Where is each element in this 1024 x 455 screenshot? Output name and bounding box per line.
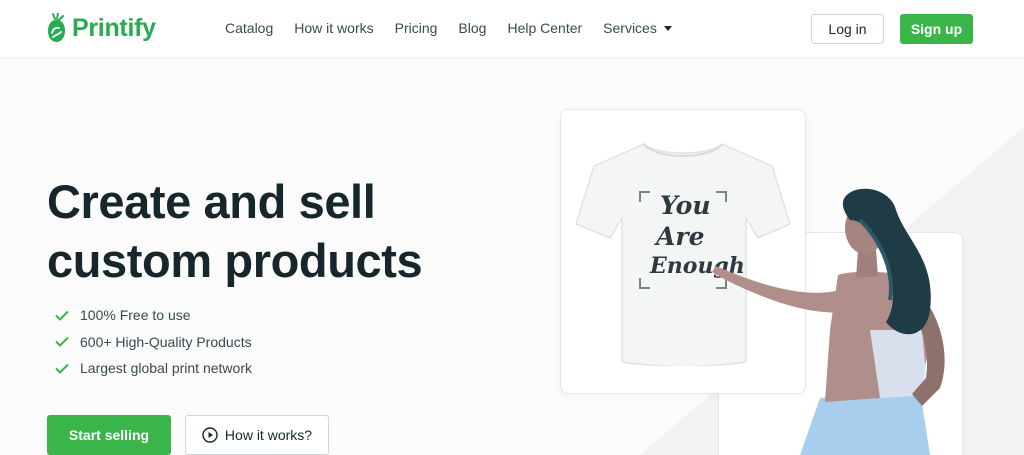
check-icon — [55, 337, 69, 348]
signup-button[interactable]: Sign up — [900, 14, 973, 44]
nav-item-pricing[interactable]: Pricing — [395, 20, 438, 36]
check-icon — [55, 363, 69, 374]
woman-illustration — [712, 188, 945, 455]
login-button[interactable]: Log in — [811, 14, 884, 44]
hero-headline: Create and sell custom products — [47, 172, 423, 290]
feature-label: 100% Free to use — [80, 307, 191, 324]
nav-item-blog[interactable]: Blog — [458, 20, 486, 36]
check-icon — [55, 310, 69, 321]
feature-item: Largest global print network — [55, 355, 252, 382]
main-nav: Catalog How it works Pricing Blog Help C… — [225, 20, 693, 36]
nav-item-how-it-works[interactable]: How it works — [294, 20, 373, 36]
headline-line-2: custom products — [47, 234, 423, 287]
nav-item-services[interactable]: Services — [603, 20, 672, 36]
how-it-works-button[interactable]: How it works? — [185, 415, 329, 455]
printify-logo-icon — [48, 13, 65, 42]
feature-item: 600+ High-Quality Products — [55, 329, 252, 356]
top-navigation-bar: Printify Catalog How it works Pricing Bl… — [0, 0, 1024, 57]
feature-list: 100% Free to use 600+ High-Quality Produ… — [55, 302, 252, 382]
nav-services-label: Services — [603, 20, 657, 36]
nav-item-help-center[interactable]: Help Center — [507, 20, 582, 36]
caret-down-icon — [663, 26, 672, 31]
headline-line-1: Create and sell — [47, 175, 376, 228]
how-it-works-label: How it works? — [224, 427, 313, 443]
play-circle-icon — [202, 427, 218, 443]
printify-logo[interactable]: Printify — [47, 13, 156, 43]
brand-name: Printify — [72, 13, 156, 42]
start-selling-button[interactable]: Start selling — [47, 415, 171, 455]
feature-label: Largest global print network — [80, 360, 252, 377]
feature-item: 100% Free to use — [55, 302, 252, 329]
nav-item-catalog[interactable]: Catalog — [225, 20, 273, 36]
feature-label: 600+ High-Quality Products — [80, 333, 252, 350]
